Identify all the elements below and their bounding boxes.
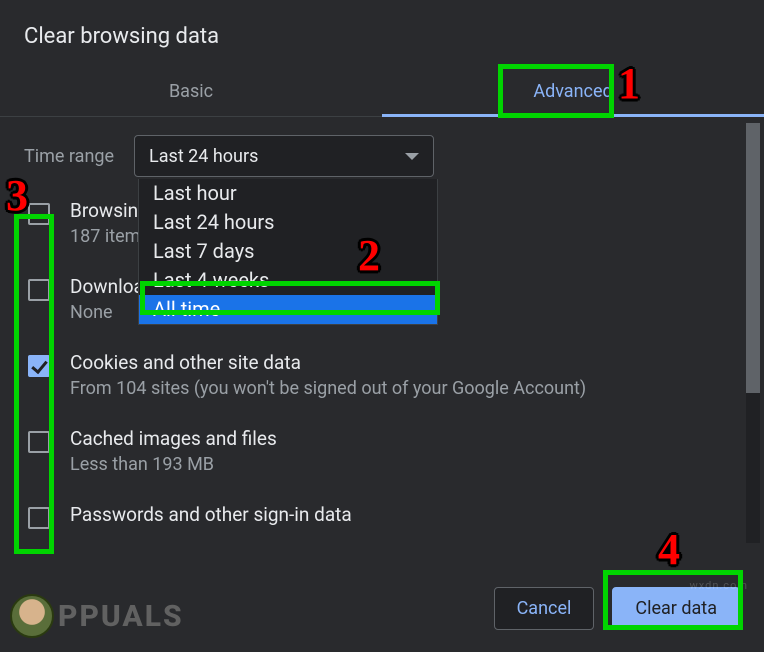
dd-option-last-7-days[interactable]: Last 7 days <box>139 237 437 266</box>
time-range-label: Time range <box>24 146 114 167</box>
checkbox-download-history[interactable] <box>28 279 50 301</box>
time-range-select[interactable]: Last 24 hours <box>134 135 434 177</box>
item-sub: From 104 sites (you won't be signed out … <box>70 377 740 401</box>
cancel-button-label: Cancel <box>517 598 572 619</box>
clear-browsing-data-dialog: Clear browsing data Basic Advanced Time … <box>0 0 764 652</box>
dd-option-all-time[interactable]: All time <box>139 295 437 324</box>
checkbox-passwords[interactable] <box>28 507 50 529</box>
tabs: Basic Advanced <box>0 67 764 117</box>
dd-option-last-hour[interactable]: Last hour <box>139 179 437 208</box>
tab-advanced-label: Advanced <box>533 81 612 102</box>
chevron-down-icon <box>405 153 419 160</box>
item-text: Cached images and files Less than 193 MB <box>70 427 740 477</box>
list-item-cache[interactable]: Cached images and files Less than 193 MB <box>28 427 740 477</box>
checkbox-cookies[interactable] <box>28 355 50 377</box>
checkbox-cache[interactable] <box>28 431 50 453</box>
time-range-row: Time range Last 24 hours <box>24 135 740 177</box>
item-text: Cookies and other site data From 104 sit… <box>70 351 740 401</box>
time-range-dropdown: Last hour Last 24 hours Last 7 days Last… <box>138 179 438 325</box>
list-item-cookies[interactable]: Cookies and other site data From 104 sit… <box>28 351 740 401</box>
dialog-body: Time range Last 24 hours Browsing histor… <box>0 117 764 545</box>
checkbox-browsing-history[interactable] <box>28 203 50 225</box>
logo-icon <box>10 594 54 638</box>
dd-option-last-4-weeks[interactable]: Last 4 weeks <box>139 266 437 295</box>
tab-basic-label: Basic <box>169 81 213 102</box>
dialog-title: Clear browsing data <box>0 0 764 67</box>
clear-data-button-label: Clear data <box>635 598 717 619</box>
clear-data-button[interactable]: Clear data <box>612 587 740 630</box>
item-title: Cookies and other site data <box>70 351 740 375</box>
item-sub: Less than 193 MB <box>70 453 740 477</box>
tab-advanced[interactable]: Advanced <box>382 67 764 116</box>
list-item-passwords[interactable]: Passwords and other sign-in data <box>28 503 740 529</box>
item-text: Passwords and other sign-in data <box>70 503 740 529</box>
cancel-button[interactable]: Cancel <box>494 587 595 630</box>
watermark-text: wxdn.com <box>690 579 748 592</box>
item-title: Cached images and files <box>70 427 740 451</box>
item-title: Passwords and other sign-in data <box>70 503 740 527</box>
scrollbar-thumb[interactable] <box>746 123 760 393</box>
dd-option-last-24-hours[interactable]: Last 24 hours <box>139 208 437 237</box>
logo-text: PPUALS <box>58 599 184 634</box>
appuals-logo: PPUALS <box>10 594 184 638</box>
time-range-selected-text: Last 24 hours <box>149 146 258 167</box>
tab-basic[interactable]: Basic <box>0 67 382 116</box>
